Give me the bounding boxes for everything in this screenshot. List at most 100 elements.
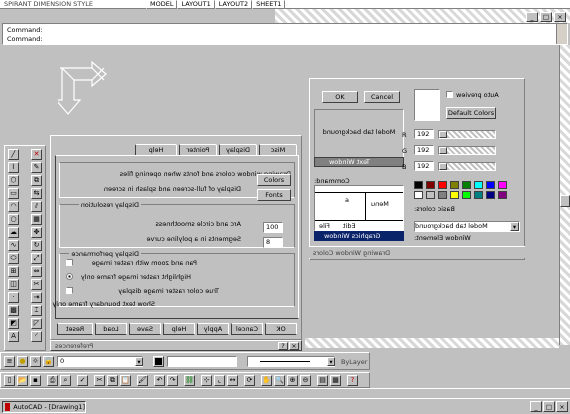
colors-ok-button[interactable]: OK: [322, 91, 358, 103]
color-swatch[interactable]: [426, 191, 435, 199]
zoom-window-icon[interactable]: ⊕: [287, 375, 298, 386]
sample-preview[interactable]: Model tab background: [314, 109, 404, 164]
layer-dropdown[interactable]: ▾: [135, 357, 143, 366]
move-icon[interactable]: ✥: [31, 227, 42, 238]
colors-titlebar[interactable]: Drawing Window Colors: [309, 246, 525, 258]
paste-icon[interactable]: 📋: [120, 375, 131, 386]
hatch-icon[interactable]: ▩: [8, 305, 19, 316]
ok-button[interactable]: OK: [265, 323, 297, 335]
open-icon[interactable]: 📂: [17, 375, 28, 386]
hyperlink-icon[interactable]: ⛓: [184, 375, 195, 386]
arc-icon[interactable]: ◠: [8, 201, 19, 212]
color-swatch[interactable]: [474, 191, 483, 199]
layer-select[interactable]: 0: [57, 356, 143, 367]
scroll-thumb[interactable]: [560, 195, 570, 207]
opt3-checkbox[interactable]: [66, 287, 73, 294]
layout-tab[interactable]: LAYOUT2: [214, 0, 253, 9]
copy-icon[interactable]: ⧉: [31, 175, 42, 186]
preferences-titlebar[interactable]: Preferences × ?: [50, 340, 302, 351]
linetype-select[interactable]: [247, 356, 335, 367]
zoom-realtime-icon[interactable]: 🔍: [274, 375, 285, 386]
break-icon[interactable]: ⌶: [31, 305, 42, 316]
color-swatch[interactable]: [498, 181, 507, 189]
array-icon[interactable]: ▦: [31, 214, 42, 225]
linetype-dropdown[interactable]: ▾: [327, 357, 335, 366]
redo-icon[interactable]: ↷: [167, 375, 178, 386]
zoom-previous-icon[interactable]: ⊖: [300, 375, 311, 386]
color-swatch[interactable]: [450, 181, 459, 189]
color-swatch[interactable]: [426, 181, 435, 189]
region-icon[interactable]: ◩: [8, 318, 19, 329]
color-swatch[interactable]: [474, 181, 483, 189]
match-prop-icon[interactable]: 🖌: [137, 375, 148, 386]
stretch-icon[interactable]: ⇔: [31, 266, 42, 277]
mirror-icon[interactable]: ⇆: [31, 188, 42, 199]
point-icon[interactable]: ·: [8, 292, 19, 303]
chamfer-icon[interactable]: ◸: [31, 318, 42, 329]
new-icon[interactable]: ▯: [4, 375, 15, 386]
minimize-button[interactable]: _: [526, 12, 538, 22]
color-swatch[interactable]: [486, 181, 495, 189]
taskbar-close-button[interactable]: ×: [556, 401, 568, 412]
scale-icon[interactable]: ⤢: [31, 253, 42, 264]
design-center-icon[interactable]: ▦: [330, 375, 341, 386]
tracking-icon[interactable]: ⊹: [201, 375, 212, 386]
color-swatch[interactable]: [498, 191, 507, 199]
spline-icon[interactable]: ∿: [8, 240, 19, 251]
pan-icon[interactable]: ✋: [261, 375, 272, 386]
b-slider[interactable]: [438, 162, 496, 171]
window-element-dropdown[interactable]: ▾: [510, 222, 519, 231]
help-icon[interactable]: ?: [347, 375, 358, 386]
cut-icon[interactable]: ✂: [94, 375, 105, 386]
close-button[interactable]: ×: [554, 12, 566, 22]
command-area[interactable]: Command: Command:: [2, 23, 568, 45]
color-swatch-icon[interactable]: [153, 356, 164, 367]
color-swatch[interactable]: [438, 191, 447, 199]
mtext-icon[interactable]: A: [8, 331, 19, 342]
redraw-icon[interactable]: ⟳: [244, 375, 255, 386]
help-button[interactable]: Help: [163, 323, 195, 335]
color-swatch[interactable]: [462, 191, 471, 199]
ucs-toolbar-icon[interactable]: ⌞: [214, 375, 225, 386]
r-slider-thumb[interactable]: [439, 131, 447, 138]
window-element-select[interactable]: Model tab background: [414, 221, 520, 232]
trim-icon[interactable]: ✂: [31, 279, 42, 290]
erase-icon[interactable]: ✎: [31, 162, 42, 173]
r-slider[interactable]: [438, 130, 496, 139]
offset-icon[interactable]: ⫽: [31, 201, 42, 212]
layout-tab[interactable]: LAYOUT1: [177, 0, 215, 9]
revcloud-icon[interactable]: ☁: [8, 227, 19, 238]
save-icon[interactable]: ▪: [30, 375, 41, 386]
copy-clip-icon[interactable]: ⧉: [107, 375, 118, 386]
lock-icon[interactable]: 🔓: [43, 356, 54, 367]
extend-icon[interactable]: ⇥: [31, 292, 42, 303]
opt1-checkbox[interactable]: [66, 259, 73, 266]
line-icon[interactable]: ╱: [8, 149, 19, 160]
cancel-button[interactable]: Cancel: [231, 323, 263, 335]
dialog-help-button[interactable]: ?: [278, 342, 288, 350]
r-input[interactable]: 192: [414, 129, 434, 139]
color-swatch[interactable]: [450, 191, 459, 199]
fillet-icon[interactable]: ◜: [31, 331, 42, 342]
maximize-button[interactable]: □: [540, 12, 552, 22]
layout-tab[interactable]: SHEET1: [252, 0, 286, 9]
circle-icon[interactable]: ○: [8, 214, 19, 225]
sun-icon[interactable]: ☼: [30, 356, 41, 367]
taskbar-maximize-button[interactable]: □: [543, 401, 555, 412]
undo-icon[interactable]: ↶: [154, 375, 165, 386]
horizontal-scrollbar[interactable]: [305, 338, 559, 348]
dialog-close-button[interactable]: ×: [289, 342, 299, 350]
preview-icon[interactable]: ⌕: [60, 375, 71, 386]
distance-icon[interactable]: ↔: [227, 375, 238, 386]
layer-manager-icon[interactable]: ≡: [4, 356, 15, 367]
b-slider-thumb[interactable]: [439, 163, 447, 170]
color-swatch[interactable]: [486, 191, 495, 199]
ellipse-icon[interactable]: ⬭: [8, 253, 19, 264]
color-swatch[interactable]: [414, 191, 423, 199]
color-swatch[interactable]: [462, 181, 471, 189]
reset-button[interactable]: Reset: [57, 323, 93, 335]
apply-button[interactable]: Apply: [197, 323, 229, 335]
block-icon[interactable]: ◫: [8, 279, 19, 290]
layout-tab[interactable]: MODEL: [146, 0, 178, 9]
fonts-button[interactable]: Fonts: [257, 189, 291, 201]
